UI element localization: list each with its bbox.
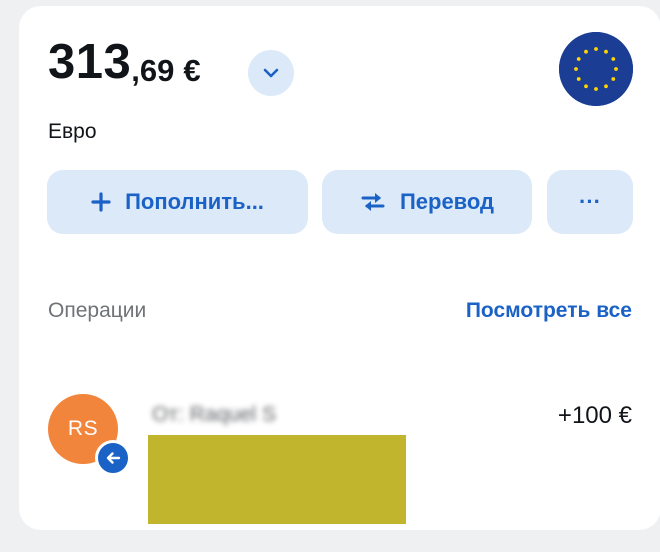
more-dots-icon: ··· bbox=[579, 189, 601, 214]
balance-amount: 313,69 € bbox=[48, 38, 201, 87]
eu-flag-icon bbox=[559, 32, 633, 106]
account-card: 313,69 € Евро Пополнить... Перевод ··· О… bbox=[19, 6, 660, 530]
balance-currency-symbol: € bbox=[183, 53, 201, 88]
topup-button[interactable]: Пополнить... bbox=[47, 170, 308, 234]
redaction-box bbox=[148, 435, 406, 524]
balance-integer: 313 bbox=[48, 35, 132, 89]
more-button[interactable]: ··· bbox=[547, 170, 633, 234]
transaction-amount: +100 € bbox=[557, 402, 632, 429]
balance-fraction: ,69 bbox=[131, 53, 175, 88]
transaction-row[interactable]: RS От: Raquel S +100 € bbox=[19, 376, 660, 526]
arrow-left-icon bbox=[95, 440, 131, 476]
operations-title: Операции bbox=[48, 299, 147, 322]
transfer-button[interactable]: Перевод bbox=[322, 170, 532, 234]
swap-arrows-icon bbox=[360, 191, 386, 213]
chevron-down-icon bbox=[263, 68, 279, 78]
plus-icon bbox=[91, 192, 111, 212]
view-all-link[interactable]: Посмотреть все bbox=[466, 299, 632, 323]
transfer-button-label: Перевод bbox=[399, 189, 495, 214]
topup-button-label: Пополнить... bbox=[125, 189, 264, 214]
transaction-counterparty: От: Raquel S bbox=[152, 403, 277, 426]
currency-dropdown-button[interactable] bbox=[248, 50, 294, 96]
currency-name: Евро bbox=[48, 120, 97, 143]
